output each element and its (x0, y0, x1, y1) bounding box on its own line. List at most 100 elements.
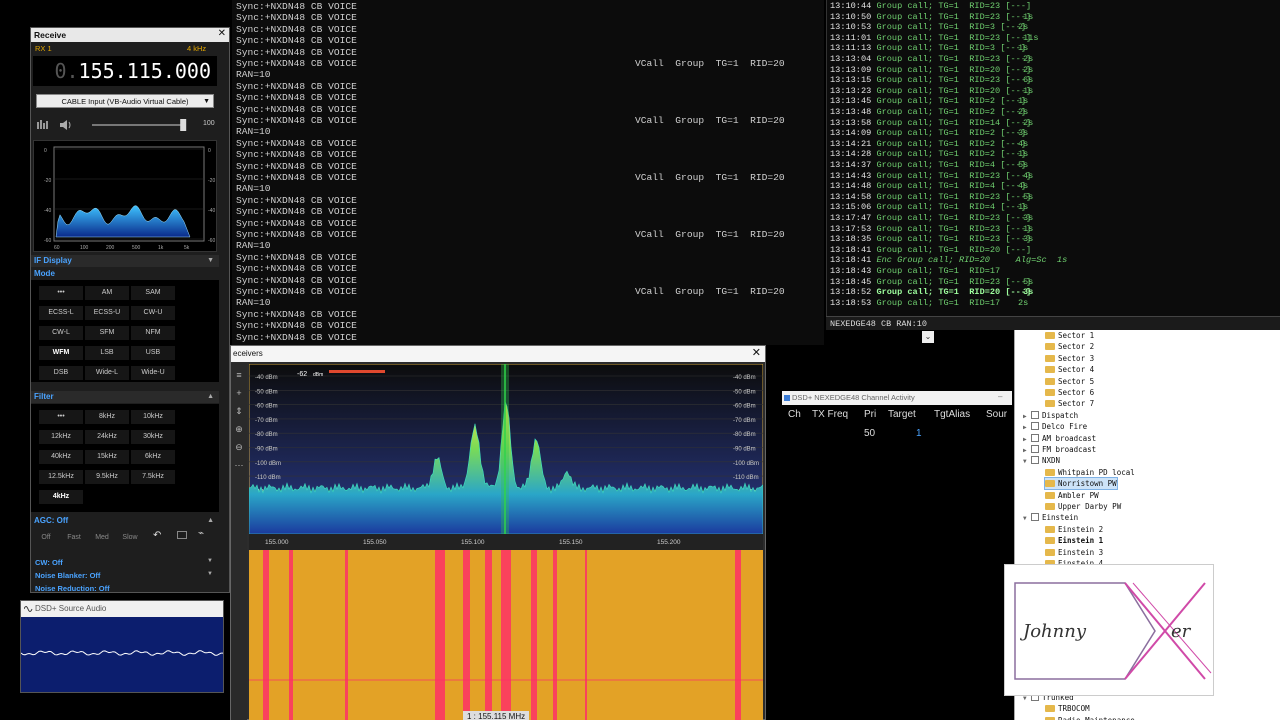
tree-item[interactable]: ▶ AM broadcast (1023, 433, 1096, 444)
tuning-step[interactable]: 4 kHz (187, 44, 206, 53)
db-tick-left: -90 dBm (255, 447, 278, 453)
mode-button[interactable]: ECSS-U (85, 306, 129, 320)
tree-item[interactable]: Einstein 1 (1045, 535, 1103, 546)
tree-item[interactable]: ▶ Dispatch (1023, 410, 1078, 421)
spectrum-waterfall[interactable]: -40 dBm -40 dBm -50 dBm -50 dBm -60 dBm -60 d… (249, 364, 763, 720)
mode-button[interactable]: Wide-L (85, 366, 129, 380)
filter-button[interactable]: 7.5kHz (131, 470, 175, 484)
tree-item[interactable]: Ambler PW (1045, 490, 1099, 501)
minimize-icon[interactable]: – (998, 392, 1002, 401)
tree-item[interactable]: Sector 3 (1045, 353, 1094, 364)
tree-item[interactable]: Upper Darby PW (1045, 501, 1121, 512)
expand-arrow-icon[interactable]: ▶ (1023, 422, 1031, 433)
chevron-down-icon[interactable]: ⌄ (922, 331, 934, 343)
mode-button[interactable]: SFM (85, 326, 129, 340)
tree-item[interactable]: Sector 7 (1045, 398, 1094, 409)
scroll-icon[interactable]: ⇕ (233, 405, 245, 417)
mode-button[interactable]: Wide-U (131, 366, 175, 380)
mode-button[interactable]: NFM (131, 326, 175, 340)
filter-button[interactable]: 12.5kHz (39, 470, 83, 484)
expand-arrow-icon[interactable]: ▶ (1023, 411, 1031, 422)
noise-blanker-setting[interactable]: Noise Blanker: Off (35, 571, 100, 580)
expand-arrow-icon[interactable]: ▶ (1023, 434, 1031, 445)
filter-button[interactable]: 6kHz (131, 450, 175, 464)
speaker-icon[interactable] (60, 120, 71, 130)
cw-setting[interactable]: CW: Off (35, 558, 63, 567)
mode-button[interactable]: WFM (39, 346, 83, 360)
chart-icon[interactable]: ⌁ (198, 528, 204, 539)
collapse-arrow-icon[interactable]: ▼ (1023, 513, 1031, 524)
agc-button[interactable]: Fast (63, 532, 85, 544)
filter-button[interactable]: 4kHz (39, 490, 83, 504)
tree-item[interactable]: Sector 5 (1045, 376, 1094, 387)
close-icon[interactable]: ✕ (752, 346, 761, 359)
agc-section[interactable]: AGC: Off ▲ (31, 515, 219, 527)
tree-item[interactable]: Sector 2 (1045, 341, 1094, 352)
mode-button[interactable]: CW-L (39, 326, 83, 340)
menu-icon[interactable]: ≡ (233, 369, 245, 381)
volume-slider[interactable] (180, 119, 187, 131)
mode-button[interactable]: AM (85, 286, 129, 300)
tree-item[interactable]: TRBOCOM (1045, 703, 1090, 714)
filter-section[interactable]: Filter ▲ (31, 391, 219, 403)
collapse-icon[interactable]: ▲ (207, 391, 214, 403)
filter-button[interactable]: ••• (39, 410, 83, 424)
tree-item[interactable]: Sector 6 (1045, 387, 1094, 398)
col-source[interactable]: Sour (986, 409, 1007, 420)
zoom-out-icon[interactable]: ⊖ (233, 441, 245, 453)
agc-button[interactable]: Off (35, 532, 57, 544)
filter-button[interactable]: 8kHz (85, 410, 129, 424)
expand-arrow-icon[interactable]: ▶ (1023, 445, 1031, 456)
mode-button[interactable]: ••• (39, 286, 83, 300)
dropdown-arrow-icon[interactable]: ▼ (207, 558, 213, 564)
agc-button[interactable]: Med (91, 532, 113, 544)
mode-button[interactable]: LSB (85, 346, 129, 360)
tree-item[interactable]: ▶ FM broadcast (1023, 444, 1096, 455)
keyboard-icon[interactable] (177, 531, 187, 539)
audio-input-select[interactable]: CABLE Input (VB-Audio Virtual Cable) ▼ (36, 94, 214, 108)
col-ch[interactable]: Ch (788, 409, 801, 420)
tree-item[interactable]: Norristown PW (1044, 477, 1118, 491)
equalizer-icon[interactable] (37, 120, 48, 129)
expand-icon[interactable]: ▼ (207, 255, 214, 267)
terminal-call-info: VCall Group TG=1 RID=20 (635, 286, 785, 297)
filter-button[interactable]: 9.5kHz (85, 470, 129, 484)
filter-button[interactable]: 15kHz (85, 450, 129, 464)
tree-item[interactable]: ▶ Delco Fire (1023, 421, 1087, 432)
tree-item[interactable]: Radio Maintenance (1045, 715, 1135, 720)
zoom-in-icon[interactable]: ⊕ (233, 423, 245, 435)
collapse-arrow-icon[interactable]: ▼ (1023, 456, 1031, 467)
col-target[interactable]: Target (888, 409, 916, 420)
more-icon[interactable]: ⋯ (233, 459, 245, 471)
filter-button[interactable]: 40kHz (39, 450, 83, 464)
col-pri[interactable]: Pri (864, 409, 876, 420)
close-icon[interactable]: ✕ (218, 28, 226, 39)
if-display-section[interactable]: IF Display ▼ (31, 255, 219, 267)
mode-button[interactable]: ECSS-L (39, 306, 83, 320)
tree-item[interactable]: Einstein 3 (1045, 547, 1103, 558)
col-tgtalias[interactable]: TgtAlias (934, 409, 970, 420)
undo-icon[interactable]: ↶ (153, 530, 161, 541)
noise-reduction-setting[interactable]: Noise Reduction: Off (35, 584, 110, 593)
dropdown-arrow-icon[interactable]: ▼ (207, 571, 213, 577)
mode-button[interactable]: DSB (39, 366, 83, 380)
filter-button[interactable]: 30kHz (131, 430, 175, 444)
tree-item[interactable]: Sector 4 (1045, 364, 1094, 375)
tree-item[interactable]: ▼ Einstein (1023, 512, 1078, 523)
tree-item[interactable]: Sector 1 (1045, 330, 1094, 341)
log-row: 13:14:48 Group call; TG=1 RID=4 [---] 4s (830, 181, 1270, 192)
filter-button[interactable]: 12kHz (39, 430, 83, 444)
tree-item[interactable]: Einstein 2 (1045, 524, 1103, 535)
tree-item[interactable]: Whitpain PD local (1045, 467, 1135, 478)
mode-button[interactable]: SAM (131, 286, 175, 300)
add-icon[interactable]: + (233, 387, 245, 399)
frequency-display[interactable]: 0.155.115.000 (33, 56, 217, 86)
mode-button[interactable]: USB (131, 346, 175, 360)
filter-button[interactable]: 24kHz (85, 430, 129, 444)
agc-button[interactable]: Slow (119, 532, 141, 544)
collapse-icon[interactable]: ▲ (207, 515, 214, 527)
filter-button[interactable]: 10kHz (131, 410, 175, 424)
mode-button[interactable]: CW-U (131, 306, 175, 320)
col-tx-freq[interactable]: TX Freq (812, 409, 848, 420)
tree-item[interactable]: ▼ NXDN (1023, 455, 1060, 466)
